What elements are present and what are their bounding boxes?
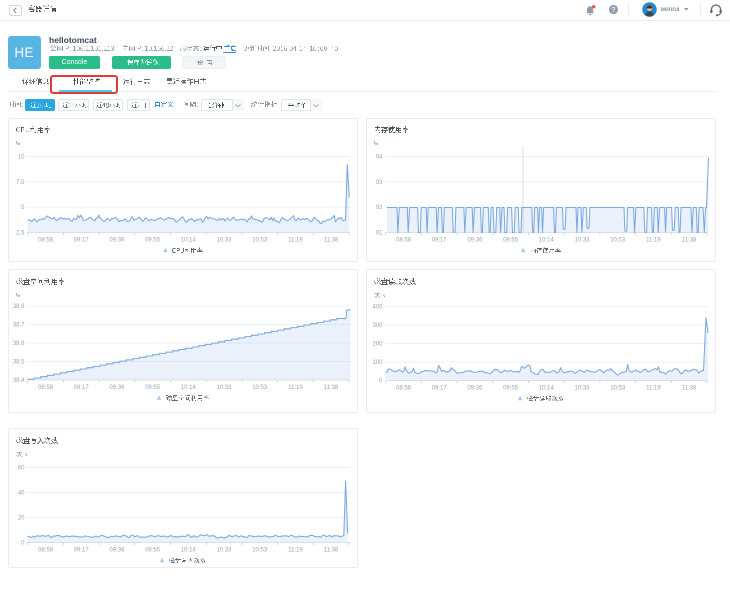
svg-text:08:58: 08:58	[38, 385, 54, 391]
svg-text:11:19: 11:19	[288, 385, 303, 391]
svg-text:09:55: 09:55	[145, 548, 161, 554]
svg-text:10:53: 10:53	[252, 548, 268, 554]
svg-text:200: 200	[372, 342, 383, 348]
svg-text:11:19: 11:19	[646, 237, 661, 243]
svg-text:10:33: 10:33	[216, 385, 232, 391]
svg-text:09:36: 09:36	[109, 237, 125, 243]
svg-text:0: 0	[21, 541, 25, 547]
svg-text:08:58: 08:58	[396, 237, 412, 243]
svg-text:?: ?	[611, 7, 615, 14]
svg-text:11:19: 11:19	[288, 548, 303, 554]
svg-text:94: 94	[376, 154, 383, 160]
svg-text:10:33: 10:33	[574, 237, 590, 243]
svg-text:10:14: 10:14	[539, 237, 555, 243]
svg-text:10:53: 10:53	[252, 385, 268, 391]
svg-text:10:53: 10:53	[252, 237, 268, 243]
svg-text:40: 40	[18, 491, 25, 497]
svg-text:08:58: 08:58	[38, 548, 54, 554]
svg-text:11:19: 11:19	[288, 237, 303, 243]
svg-text:38.7: 38.7	[13, 323, 25, 329]
svg-text:93: 93	[376, 179, 383, 185]
svg-text:09:36: 09:36	[109, 385, 125, 391]
svg-text:60: 60	[18, 466, 25, 472]
svg-text:09:36: 09:36	[109, 548, 125, 554]
svg-text:09:36: 09:36	[467, 237, 483, 243]
svg-text:11:38: 11:38	[682, 386, 697, 392]
svg-text:09:55: 09:55	[503, 237, 519, 243]
svg-text:10:14: 10:14	[181, 237, 197, 243]
svg-text:09:17: 09:17	[74, 548, 90, 554]
svg-text:400: 400	[372, 305, 383, 311]
svg-text:11:38: 11:38	[324, 548, 339, 554]
svg-text:09:17: 09:17	[74, 385, 90, 391]
svg-text:09:55: 09:55	[145, 237, 161, 243]
svg-text:11:38: 11:38	[324, 385, 339, 391]
svg-text:38.6: 38.6	[13, 341, 25, 347]
svg-text:10:53: 10:53	[610, 237, 626, 243]
svg-text:20: 20	[18, 516, 25, 522]
svg-text:38.8: 38.8	[13, 304, 25, 310]
svg-text:10:14: 10:14	[181, 385, 197, 391]
svg-text:100: 100	[372, 360, 383, 366]
svg-text:10:33: 10:33	[216, 237, 232, 243]
svg-text:10:14: 10:14	[181, 548, 197, 554]
svg-text:91: 91	[376, 230, 383, 236]
svg-text:38.4: 38.4	[13, 378, 25, 384]
svg-text:10:14: 10:14	[539, 386, 555, 392]
svg-text:92: 92	[376, 205, 383, 211]
svg-text:09:55: 09:55	[145, 385, 161, 391]
svg-text:08:58: 08:58	[396, 386, 412, 392]
svg-text:08:58: 08:58	[38, 237, 54, 243]
svg-text:09:17: 09:17	[432, 237, 448, 243]
svg-text:300: 300	[372, 323, 383, 329]
svg-text:11:38: 11:38	[324, 237, 339, 243]
svg-text:7.5: 7.5	[16, 179, 25, 185]
svg-text:11:38: 11:38	[682, 237, 697, 243]
svg-text:10:33: 10:33	[574, 386, 590, 392]
svg-text:09:36: 09:36	[467, 386, 483, 392]
svg-text:38.5: 38.5	[13, 360, 25, 366]
svg-text:5: 5	[21, 205, 25, 211]
svg-text:09:55: 09:55	[503, 386, 519, 392]
svg-text:10:33: 10:33	[216, 548, 232, 554]
svg-text:11:19: 11:19	[646, 386, 661, 392]
svg-text:10:53: 10:53	[610, 386, 626, 392]
svg-text:09:17: 09:17	[74, 237, 90, 243]
svg-text:0: 0	[379, 379, 383, 385]
svg-text:2.5: 2.5	[16, 230, 25, 236]
svg-text:09:17: 09:17	[432, 386, 448, 392]
svg-text:10: 10	[18, 154, 25, 160]
